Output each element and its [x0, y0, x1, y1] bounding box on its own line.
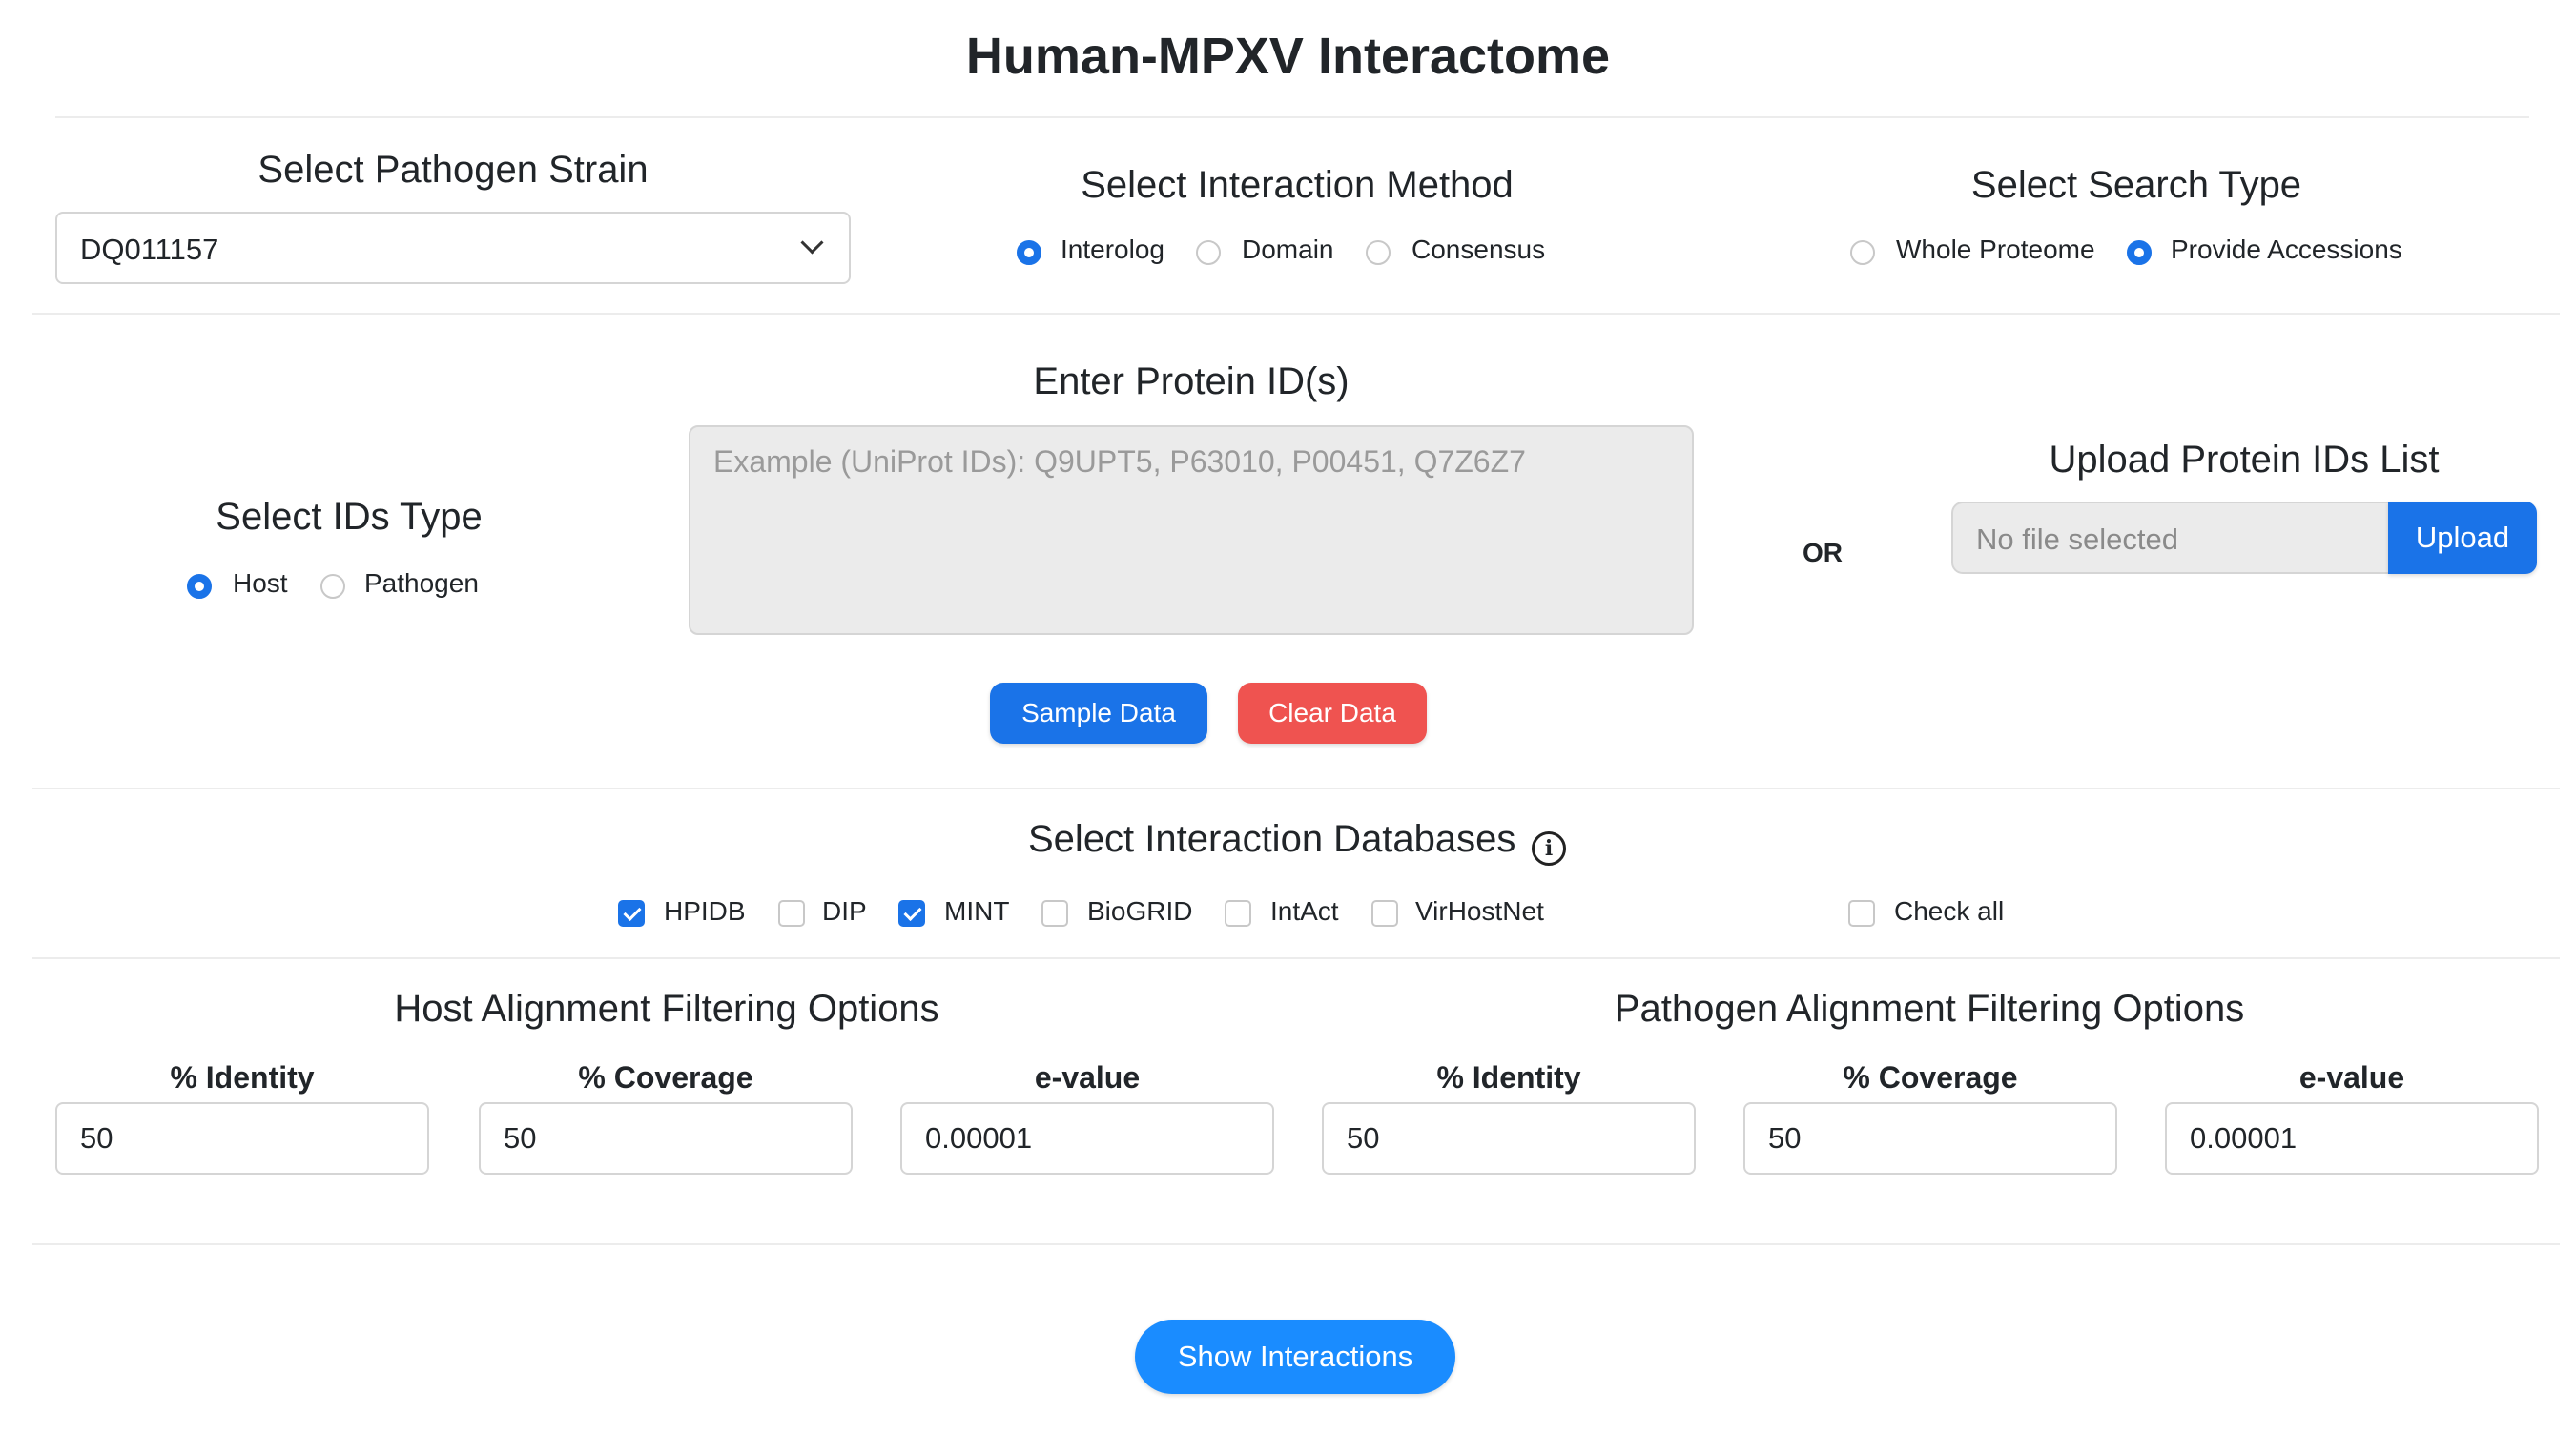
- ids-type-label-host: Host: [233, 568, 288, 598]
- db-label-hpidb: HPIDB: [664, 896, 746, 926]
- upload-button[interactable]: Upload: [2388, 502, 2537, 574]
- host-filter-heading: Host Alignment Filtering Options: [394, 988, 939, 1030]
- or-label: OR: [1803, 538, 1843, 567]
- search-type-heading: Select Search Type: [1970, 164, 2302, 206]
- host-identity-input[interactable]: 50: [55, 1102, 429, 1175]
- search-type-radio-whole-proteome[interactable]: [1850, 240, 1875, 265]
- search-type-label-provide-accessions: Provide Accessions: [2171, 235, 2402, 264]
- method-radio-consensus[interactable]: [1366, 240, 1391, 265]
- method-radio-domain[interactable]: [1196, 240, 1221, 265]
- host-identity-value: 50: [80, 1121, 113, 1155]
- file-name-field[interactable]: No file selected: [1951, 502, 2388, 574]
- protein-ids-textarea[interactable]: Example (UniProt IDs): Q9UPT5, P63010, P…: [689, 425, 1694, 635]
- pathogen-evalue-label: e-value: [2298, 1060, 2405, 1095]
- db-checkbox-intact[interactable]: [1225, 900, 1251, 927]
- check-all-label: Check all: [1894, 896, 2005, 926]
- db-checkbox-virhostnet[interactable]: [1371, 900, 1398, 927]
- pathogen-identity-label: % Identity: [1436, 1060, 1581, 1095]
- divider: [55, 116, 2529, 118]
- chevron-down-icon: [800, 231, 824, 255]
- pathogen-coverage-input[interactable]: 50: [1743, 1102, 2117, 1175]
- host-evalue-input[interactable]: 0.00001: [900, 1102, 1274, 1175]
- db-label-dip: DIP: [822, 896, 867, 926]
- host-coverage-value: 50: [504, 1121, 537, 1155]
- divider: [32, 957, 2560, 959]
- host-evalue-value: 0.00001: [925, 1121, 1033, 1155]
- db-checkbox-dip[interactable]: [778, 900, 805, 927]
- host-evalue-label: e-value: [1034, 1060, 1141, 1095]
- method-label-domain: Domain: [1242, 235, 1334, 264]
- sample-data-button[interactable]: Sample Data: [990, 683, 1207, 744]
- pathogen-identity-input[interactable]: 50: [1322, 1102, 1696, 1175]
- db-label-biogrid: BioGRID: [1087, 896, 1193, 926]
- host-coverage-label: % Coverage: [578, 1060, 753, 1095]
- method-label-interolog: Interolog: [1061, 235, 1164, 264]
- pathogen-filter-heading: Pathogen Alignment Filtering Options: [1614, 988, 2245, 1030]
- protein-input-heading: Enter Protein ID(s): [1033, 360, 1350, 402]
- pathogen-identity-value: 50: [1347, 1121, 1380, 1155]
- divider: [32, 1243, 2560, 1245]
- host-coverage-input[interactable]: 50: [479, 1102, 853, 1175]
- ids-type-radio-host[interactable]: [187, 574, 212, 599]
- ids-type-label-pathogen: Pathogen: [364, 568, 479, 598]
- method-radio-interolog[interactable]: [1017, 240, 1041, 265]
- ids-type-heading: Select IDs Type: [216, 496, 483, 538]
- method-heading: Select Interaction Method: [1081, 164, 1514, 206]
- strain-select-value: DQ011157: [80, 233, 219, 266]
- db-label-intact: IntAct: [1270, 896, 1339, 926]
- host-identity-label: % Identity: [170, 1060, 315, 1095]
- db-checkbox-biogrid[interactable]: [1041, 900, 1068, 927]
- clear-data-button[interactable]: Clear Data: [1238, 683, 1427, 744]
- show-interactions-button[interactable]: Show Interactions: [1135, 1320, 1455, 1394]
- check-all-checkbox[interactable]: [1848, 900, 1875, 927]
- db-checkbox-hpidb[interactable]: [618, 900, 645, 927]
- pathogen-evalue-value: 0.00001: [2190, 1121, 2298, 1155]
- divider: [32, 788, 2560, 789]
- db-label-virhostnet: VirHostNet: [1415, 896, 1544, 926]
- info-icon[interactable]: i: [1532, 831, 1566, 866]
- ids-type-radio-pathogen[interactable]: [320, 574, 345, 599]
- pathogen-coverage-value: 50: [1768, 1121, 1802, 1155]
- strain-heading: Select Pathogen Strain: [258, 149, 649, 191]
- db-checkbox-mint[interactable]: [898, 900, 925, 927]
- db-label-mint: MINT: [944, 896, 1010, 926]
- page-title: Human-MPXV Interactome: [965, 28, 1611, 85]
- strain-select[interactable]: DQ011157: [55, 212, 851, 284]
- protein-ids-placeholder: Example (UniProt IDs): Q9UPT5, P63010, P…: [713, 444, 1526, 479]
- file-name-status: No file selected: [1976, 522, 2178, 556]
- divider: [32, 313, 2560, 315]
- pathogen-coverage-label: % Coverage: [1843, 1060, 2018, 1095]
- search-type-label-whole-proteome: Whole Proteome: [1896, 235, 2095, 264]
- search-type-radio-provide-accessions[interactable]: [2127, 240, 2152, 265]
- upload-heading: Upload Protein IDs List: [2049, 439, 2440, 481]
- method-label-consensus: Consensus: [1412, 235, 1546, 264]
- databases-heading: Select Interaction Databases: [1028, 818, 1516, 860]
- pathogen-evalue-input[interactable]: 0.00001: [2165, 1102, 2539, 1175]
